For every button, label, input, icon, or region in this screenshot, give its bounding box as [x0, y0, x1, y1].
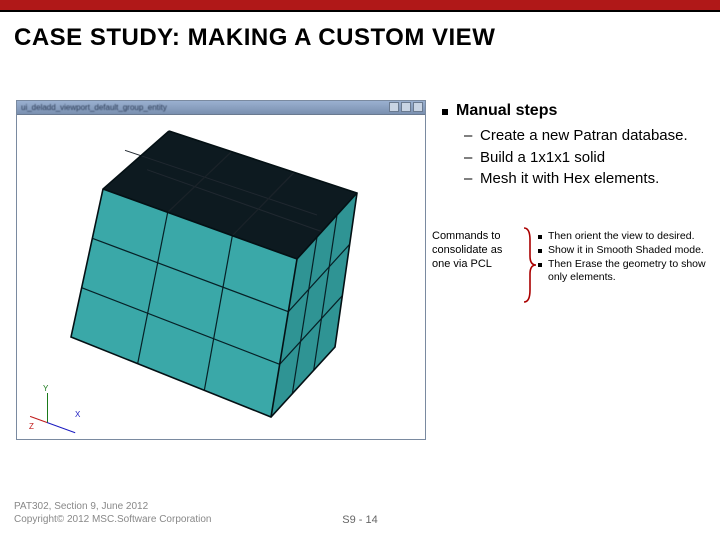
page-number: S9 - 14: [342, 514, 377, 526]
sub-bullet: –Build a 1x1x1 solid: [464, 148, 710, 168]
cube-graphic: [49, 123, 399, 428]
commands-label: Commands to consolidate as one via PCL: [432, 230, 520, 271]
brace-icon: [520, 226, 538, 304]
bullet-icon: [442, 109, 448, 115]
maximize-icon[interactable]: [401, 102, 411, 112]
axis-triad-icon: Y X Z: [27, 381, 87, 431]
consolidated-steps: Then orient the view to desired. Show it…: [538, 230, 710, 286]
axis-y-label: Y: [43, 384, 48, 393]
patran-viewport: ui_deladd_viewport_default_group_entity: [16, 100, 426, 440]
top-accent-bar: [0, 0, 720, 10]
main-bullet-text: Manual steps: [456, 102, 557, 120]
mini-bullet-text: Then orient the view to desired.: [548, 230, 695, 243]
minimize-icon[interactable]: [389, 102, 399, 112]
slide-title: CASE STUDY: MAKING A CUSTOM VIEW: [14, 24, 495, 52]
mini-bullet: Then Erase the geometry to show only ele…: [538, 258, 710, 284]
window-control-icons: [389, 102, 423, 112]
mini-bullet: Then orient the view to desired.: [538, 230, 710, 243]
top-rule: [0, 10, 720, 12]
viewport-titlebar: ui_deladd_viewport_default_group_entity: [17, 101, 425, 115]
sub-bullet-text: Create a new Patran database.: [480, 126, 688, 146]
sub-bullet: –Create a new Patran database.: [464, 126, 710, 146]
sub-bullet-list: –Create a new Patran database. –Build a …: [464, 126, 710, 189]
sub-bullet: –Mesh it with Hex elements.: [464, 169, 710, 189]
axis-x-label: X: [75, 410, 80, 419]
sub-bullet-text: Build a 1x1x1 solid: [480, 148, 605, 168]
viewport-canvas: Y X Z: [17, 115, 425, 439]
bullet-icon: [538, 263, 542, 267]
bullet-icon: [538, 235, 542, 239]
main-bullet: Manual steps: [442, 102, 710, 120]
mini-bullet-text: Then Erase the geometry to show only ele…: [548, 258, 710, 284]
close-icon[interactable]: [413, 102, 423, 112]
footer-line1: PAT302, Section 9, June 2012: [14, 500, 211, 513]
axis-z-label: Z: [29, 422, 34, 431]
mini-bullet-text: Show it in Smooth Shaded mode.: [548, 244, 704, 257]
mini-bullet: Show it in Smooth Shaded mode.: [538, 244, 710, 257]
slide: CASE STUDY: MAKING A CUSTOM VIEW ui_dela…: [0, 0, 720, 540]
bullet-icon: [538, 249, 542, 253]
sub-bullet-text: Mesh it with Hex elements.: [480, 169, 659, 189]
footer: PAT302, Section 9, June 2012 Copyright© …: [14, 500, 211, 526]
viewport-titlebar-text: ui_deladd_viewport_default_group_entity: [17, 101, 425, 115]
commands-annotation: Commands to consolidate as one via PCL T…: [432, 230, 710, 304]
text-content: Manual steps –Create a new Patran databa…: [442, 102, 710, 191]
footer-line2: Copyright© 2012 MSC.Software Corporation: [14, 513, 211, 526]
